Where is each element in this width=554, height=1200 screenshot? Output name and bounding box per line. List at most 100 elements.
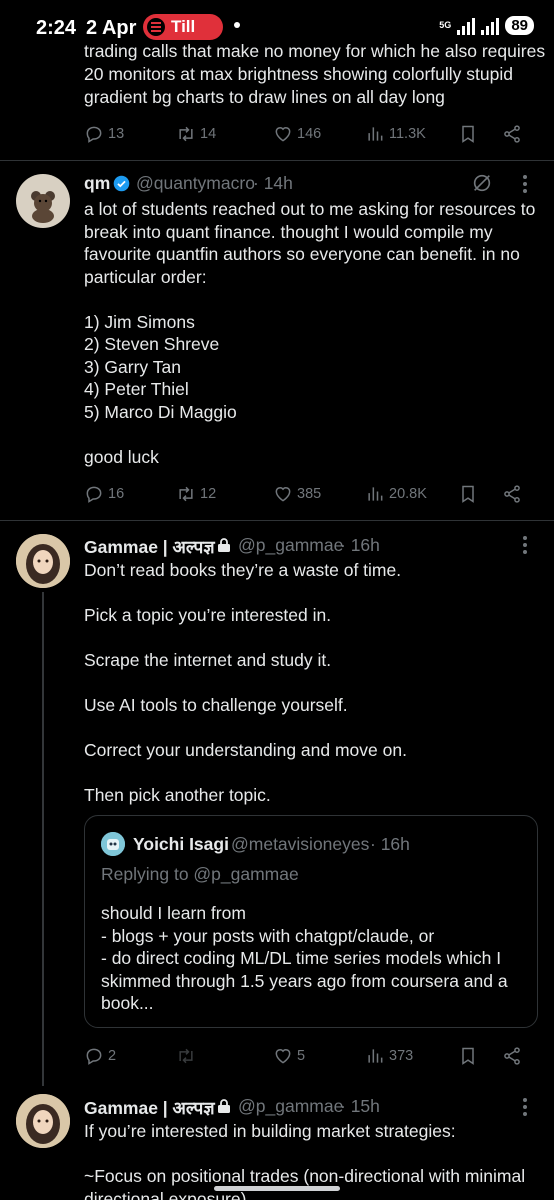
signal-icon: [457, 17, 476, 35]
status-bar: 2:24 2 Apr Till 5G 89: [0, 0, 554, 42]
avatar[interactable]: [16, 534, 70, 588]
quoted-tweet-time: · 16h: [370, 834, 410, 854]
like-count: 5: [297, 1048, 306, 1064]
author-handle[interactable]: @p_gammae: [238, 535, 343, 556]
tweet-time: · 16h: [340, 535, 380, 555]
tweet-actions: 2 5 373: [84, 1043, 530, 1069]
illustrated-girl-avatar-icon: [16, 1094, 70, 1148]
tweet-divider: [0, 160, 554, 161]
author-name[interactable]: qm: [84, 173, 110, 194]
bookmark-icon: [462, 485, 474, 503]
gesture-bar[interactable]: [214, 1186, 340, 1191]
retweet-button[interactable]: 12: [176, 484, 216, 504]
share-button[interactable]: [502, 1046, 522, 1066]
quoted-author-name: Yoichi Isagi: [133, 834, 229, 854]
retweet-count: 14: [200, 126, 217, 142]
reply-count: 13: [108, 126, 125, 142]
media-pill[interactable]: Till: [143, 14, 223, 40]
share-icon: [504, 1047, 520, 1065]
avatar: [101, 832, 125, 856]
heart-icon: [275, 127, 291, 142]
tweet-actions: 13 14 146 11.3K: [84, 121, 530, 147]
teddy-bear-avatar-icon: [31, 191, 55, 223]
like-button[interactable]: 385: [273, 484, 321, 504]
bookmark-icon: [462, 125, 474, 143]
tweet-actions: 16 12 385 20.8K: [84, 481, 530, 507]
lock-icon: [218, 538, 230, 552]
heart-icon: [275, 487, 291, 502]
tweet-time: · 15h: [340, 1096, 380, 1116]
avatar[interactable]: [16, 174, 70, 228]
quoted-tweet-text: should I learn from - blogs + your posts…: [101, 903, 508, 1013]
media-pill-label: Till: [171, 17, 196, 36]
notification-dot-icon: [234, 22, 240, 28]
heart-icon: [275, 1049, 291, 1064]
author-handle[interactable]: @quantymacro: [136, 173, 255, 194]
views-button[interactable]: 20.8K: [365, 484, 427, 504]
views-count: 20.8K: [389, 486, 427, 502]
tweet-time: · 14h: [253, 173, 293, 193]
tweet-text-line: trading calls that make no money for whi…: [84, 41, 546, 61]
like-button[interactable]: 5: [273, 1046, 305, 1066]
tweet-text: a lot of students reached out to me aski…: [84, 199, 536, 467]
bookmark-button[interactable]: [458, 124, 478, 144]
reply-icon: [86, 486, 102, 503]
like-count: 385: [297, 486, 322, 502]
bookmark-button[interactable]: [458, 484, 478, 504]
share-button[interactable]: [502, 484, 522, 504]
tweet-text-line: 20 monitors at max brightness showing co…: [84, 64, 513, 84]
author-name[interactable]: Gammae | अल्पज्ञ: [84, 535, 215, 559]
thread-line: [42, 592, 44, 1086]
retweet-icon: [179, 126, 193, 142]
reply-button[interactable]: 2: [84, 1046, 116, 1066]
views-icon: [368, 127, 383, 141]
like-button[interactable]: 146: [273, 124, 321, 144]
bookmark-icon: [462, 1047, 474, 1065]
retweet-button[interactable]: [176, 1046, 196, 1066]
avatar[interactable]: [16, 1094, 70, 1148]
more-options-icon[interactable]: [523, 175, 527, 193]
reply-button[interactable]: 16: [84, 484, 124, 504]
signal-icon: [481, 17, 500, 35]
more-options-icon[interactable]: [523, 1098, 527, 1116]
views-count: 373: [389, 1048, 414, 1064]
like-count: 146: [297, 126, 322, 142]
retweet-count: 12: [200, 486, 217, 502]
battery-indicator: 89: [505, 16, 534, 35]
reply-count: 16: [108, 486, 125, 502]
views-icon: [368, 487, 383, 501]
share-button[interactable]: [502, 124, 522, 144]
quoted-tweet[interactable]: Yoichi Isagi @metavisioneyes · 16h Reply…: [84, 815, 538, 1028]
share-icon: [504, 485, 520, 503]
more-options-icon[interactable]: [523, 536, 527, 554]
views-button[interactable]: 11.3K: [365, 124, 426, 144]
clock: 2:24: [36, 17, 77, 39]
grok-icon[interactable]: [471, 172, 493, 194]
status-icons: 5G 89: [439, 16, 534, 35]
share-icon: [504, 125, 520, 143]
views-count: 11.3K: [389, 126, 426, 142]
replying-to: Replying to @p_gammae: [101, 864, 299, 884]
spotify-icon: [147, 18, 165, 36]
reply-button[interactable]: 13: [84, 124, 124, 144]
bookmark-button[interactable]: [458, 1046, 478, 1066]
views-icon: [368, 1049, 383, 1063]
reply-count: 2: [108, 1048, 117, 1064]
robot-avatar-icon: [101, 832, 125, 856]
illustrated-girl-avatar-icon: [16, 534, 70, 588]
author-name[interactable]: Gammae | अल्पज्ञ: [84, 1096, 215, 1120]
lock-icon: [218, 1099, 230, 1113]
reply-icon: [86, 126, 102, 143]
verified-badge-icon: [113, 175, 130, 192]
retweet-button[interactable]: 14: [176, 124, 216, 144]
reply-icon: [86, 1048, 102, 1065]
tweet-divider: [0, 520, 554, 521]
timeline: trading calls that make no money for whi…: [0, 0, 554, 1200]
tweet-text: Don’t read books they’re a waste of time…: [84, 560, 407, 805]
network-type: 5G: [439, 20, 452, 30]
retweet-icon: [179, 1048, 193, 1064]
views-button[interactable]: 373: [365, 1046, 413, 1066]
quoted-author-handle: @metavisioneyes: [231, 834, 370, 854]
date: 2 Apr: [86, 17, 137, 39]
author-handle[interactable]: @p_gammae: [238, 1096, 343, 1117]
